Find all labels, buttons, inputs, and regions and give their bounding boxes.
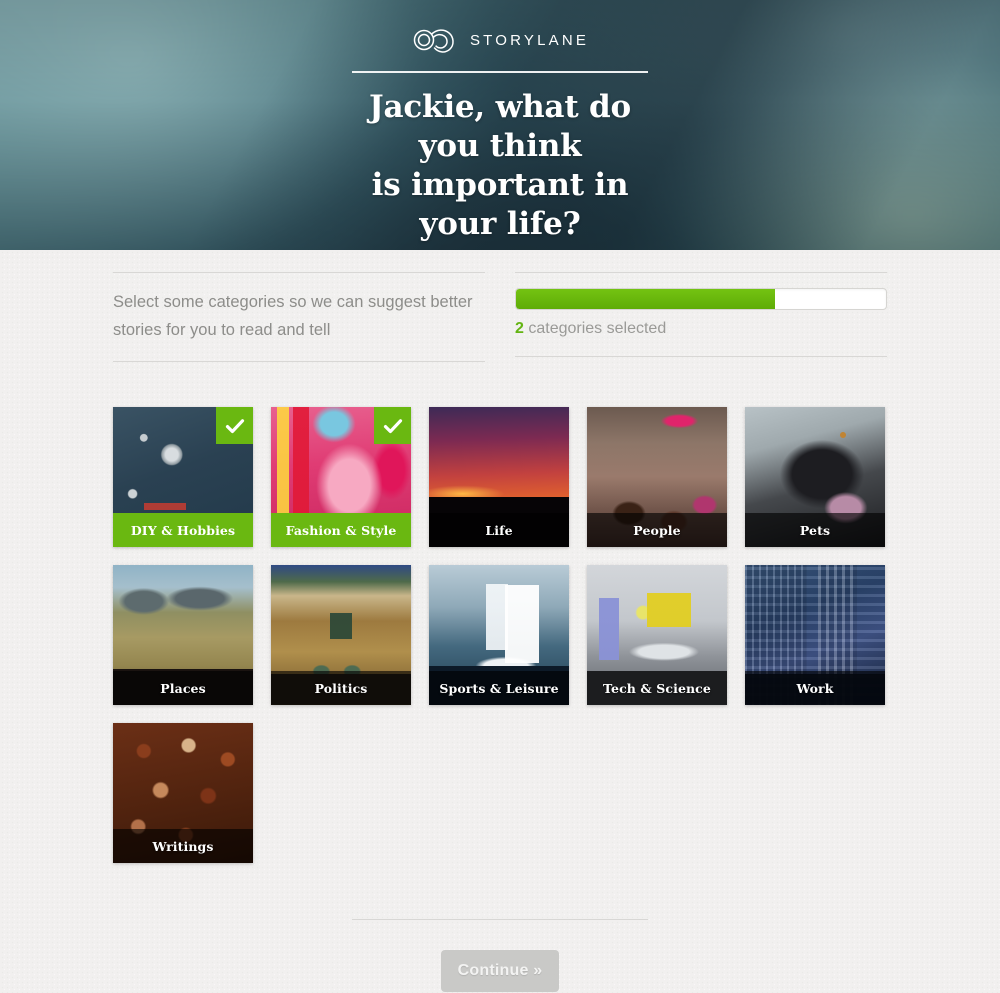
progress-label: 2 categories selected <box>515 319 887 339</box>
category-label: Tech & Science <box>587 671 727 705</box>
category-label: Places <box>113 671 253 705</box>
brand-name: STORYLANE <box>469 31 590 49</box>
selected-count: 2 <box>515 320 524 337</box>
category-label: Pets <box>745 513 885 547</box>
category-label: Work <box>745 671 885 705</box>
category-label: Fashion & Style <box>271 513 411 547</box>
category-tile[interactable]: Sports & Leisure <box>429 565 569 705</box>
category-grid: DIY & Hobbies Fashion & Style Life People Pe… <box>113 407 887 863</box>
info-row: Select some categories so we can suggest… <box>113 250 887 362</box>
category-tile[interactable]: Tech & Science <box>587 565 727 705</box>
hero-banner: STORYLANE Jackie, what do you think is i… <box>0 0 1000 250</box>
instructions-column: Select some categories so we can suggest… <box>113 272 485 362</box>
page-title: Jackie, what do you think is important i… <box>369 89 631 242</box>
continue-button[interactable]: Continue » <box>441 950 559 992</box>
category-tile[interactable]: Writings <box>113 723 253 863</box>
progress-bar-fill <box>516 289 775 309</box>
category-tile[interactable]: Work <box>745 565 885 705</box>
main-content: Select some categories so we can suggest… <box>0 250 1000 992</box>
category-label: Writings <box>113 829 253 863</box>
category-label: DIY & Hobbies <box>113 513 253 547</box>
check-icon <box>374 407 411 444</box>
footer: Continue » <box>0 919 1000 992</box>
progress-bar <box>515 288 887 310</box>
category-tile[interactable]: Life <box>429 407 569 547</box>
category-label: Politics <box>271 671 411 705</box>
infinity-icon <box>411 26 457 54</box>
category-tile[interactable]: Places <box>113 565 253 705</box>
instructions-text: Select some categories so we can suggest… <box>113 293 473 339</box>
progress-column: 2 categories selected <box>515 272 887 362</box>
brand-logo[interactable]: STORYLANE <box>411 26 589 54</box>
headline-block: Jackie, what do you think is important i… <box>352 71 648 250</box>
category-tile[interactable]: Politics <box>271 565 411 705</box>
category-label: Sports & Leisure <box>429 671 569 705</box>
category-label: People <box>587 513 727 547</box>
category-label: Life <box>429 513 569 547</box>
progress-rule-bottom <box>515 356 887 357</box>
instructions-rule-bottom <box>113 361 485 362</box>
category-tile[interactable]: DIY & Hobbies <box>113 407 253 547</box>
footer-rule <box>352 919 648 920</box>
category-tile[interactable]: Fashion & Style <box>271 407 411 547</box>
check-icon <box>216 407 253 444</box>
category-tile[interactable]: Pets <box>745 407 885 547</box>
selected-count-label: categories selected <box>523 320 667 337</box>
category-tile[interactable]: People <box>587 407 727 547</box>
